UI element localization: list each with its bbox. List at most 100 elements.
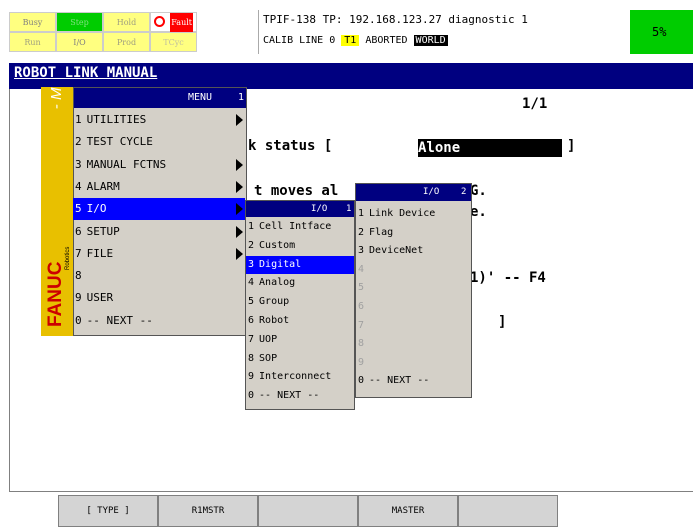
main-menu-item-label: UTILITIES: [86, 113, 147, 126]
main-menu-item-empty-8[interactable]: 8: [73, 265, 245, 287]
main-menu-item-file[interactable]: 7 FILE: [73, 243, 245, 265]
io2-menu-item-empty-4: 4: [356, 261, 471, 279]
link-status-close: ]: [567, 138, 576, 154]
tcyc-lamp: TCyc: [150, 32, 197, 52]
fkey-f4[interactable]: MASTER: [358, 495, 458, 527]
io-submenu-header: I/O 1: [246, 201, 354, 217]
io-menu-item-interconnect[interactable]: 9 Interconnect: [246, 368, 354, 386]
main-menu-item-number: 2: [75, 135, 82, 149]
menus-side-strip: - Menus - FANUC Robotics: [41, 87, 73, 336]
io2-menu-item-number: 9: [358, 356, 365, 368]
screen-title: ROBOT LINK MANUAL: [14, 65, 158, 81]
main-menu-item-label: [82, 269, 87, 282]
screen-border: [9, 89, 10, 491]
io-menu-item-group[interactable]: 5 Group: [246, 293, 354, 311]
main-menu-item-manual-fctns[interactable]: 3 MANUAL FCTNS: [73, 154, 245, 176]
main-menu-item-setup[interactable]: 6 SETUP: [73, 221, 245, 243]
main-menu-header: MENU 1: [74, 88, 246, 108]
io-menu-item-label: Cell Intface: [259, 221, 332, 232]
main-menu-item-number: 0: [75, 313, 82, 327]
main-menu-item-label: TEST CYCLE: [86, 135, 153, 149]
io-menu-item-number: 8: [248, 352, 255, 364]
io-menu-item-label: SOP: [259, 352, 278, 364]
main-menu-title: MENU: [188, 92, 213, 103]
io2-menu-item-empty-7: 7: [356, 317, 471, 335]
main-menu-item-label: I/O: [86, 202, 107, 216]
io2-menu-item-label: Flag: [369, 226, 394, 238]
io2-menu-item-label: [364, 282, 369, 293]
main-menu-item-alarm[interactable]: 4 ALARM: [73, 176, 245, 198]
io2-menu-item-number: 4: [358, 263, 365, 275]
calib-line-text: CALIB LINE 0: [263, 35, 336, 46]
io2-menu-item-link-device[interactable]: 1 Link Device: [356, 205, 471, 223]
io-menu-item-sop[interactable]: 8 SOP: [246, 350, 354, 368]
main-menu-item-label: -- NEXT --: [86, 313, 153, 327]
io-menu-item-cell-intface[interactable]: 1 Cell Intface: [246, 218, 354, 236]
io-menu-item-label: Group: [259, 296, 290, 308]
main-menu-item-i-o[interactable]: 5 I/O: [73, 198, 245, 221]
fkey-f5[interactable]: [458, 495, 558, 527]
main-menu-item-utilities[interactable]: 1 UTILITIES: [73, 109, 245, 131]
io2-menu-item-label: [364, 320, 369, 331]
io-menu-item-robot[interactable]: 6 Robot: [246, 312, 354, 330]
fault-label: Fault: [170, 13, 193, 33]
io-page2-title: I/O: [423, 187, 440, 197]
io-menu-item-number: 1: [248, 221, 255, 232]
io-menu-item-number: 7: [248, 333, 255, 345]
io2-menu-item-number: 5: [358, 282, 365, 294]
hold-lamp: Hold: [103, 12, 150, 32]
io-menu-item-label: Analog: [259, 277, 296, 289]
prod-lamp: Prod: [103, 32, 150, 52]
screen-border-bottom: [9, 491, 693, 492]
io-menu-item-uop[interactable]: 7 UOP: [246, 331, 354, 349]
io-lamp: I/O: [56, 32, 103, 52]
io2-menu-item-next[interactable]: 0 -- NEXT --: [356, 372, 471, 390]
submenu-arrow-icon: [236, 181, 243, 194]
main-menu-item-next[interactable]: 0 -- NEXT --: [73, 310, 245, 332]
io2-menu-item-number: 0: [358, 375, 365, 387]
io-menu-item-label: Interconnect: [259, 371, 332, 383]
io-menu-item-analog[interactable]: 4 Analog: [246, 274, 354, 292]
main-menu-page: 1: [238, 92, 245, 103]
io2-menu-item-devicenet[interactable]: 3 DeviceNet: [356, 242, 471, 260]
io2-menu-item-label: -- NEXT --: [369, 375, 430, 387]
io2-menu-item-flag[interactable]: 2 Flag: [356, 224, 471, 242]
description-line-1-tail: G.: [470, 183, 487, 199]
main-menu-item-number: 5: [75, 202, 82, 216]
io-menu-item-number: 3: [248, 258, 255, 270]
fkey-f2[interactable]: R1MSTR: [158, 495, 258, 527]
io-menu-item-custom[interactable]: 2 Custom: [246, 237, 354, 255]
io2-menu-item-empty-6: 6: [356, 298, 471, 316]
main-menu-item-number: 8: [75, 269, 82, 283]
io-menu-item-number: 6: [248, 315, 255, 326]
io2-menu-item-number: 3: [358, 245, 365, 257]
submenu-arrow-icon: [236, 225, 243, 238]
description-line-3: 1)' -- F4: [470, 270, 546, 286]
io2-menu-item-number: 2: [358, 226, 365, 238]
io2-menu-item-number: 8: [358, 338, 365, 350]
main-menu-item-user[interactable]: 9 USER: [73, 287, 245, 309]
io-menu-item-label: Custom: [259, 239, 296, 251]
main-menu-item-number: 7: [75, 246, 82, 260]
fkey-f3[interactable]: [258, 495, 358, 527]
io-menu-item-digital[interactable]: 3 Digital: [246, 255, 354, 274]
description-line-2-tail: e.: [470, 204, 487, 220]
link-status-value: Alone: [418, 139, 562, 157]
submenu-arrow-icon: [236, 114, 243, 127]
io-menu-item-next[interactable]: 0 -- NEXT --: [246, 387, 354, 405]
fkey-f1[interactable]: [ TYPE ]: [58, 495, 158, 527]
io2-menu-item-label: [364, 301, 369, 312]
io-menu-item-number: 0: [248, 390, 255, 402]
t1-mode-badge: T1: [341, 35, 360, 46]
main-menu-item-number: 4: [75, 179, 82, 193]
main-menu-item-label: USER: [86, 291, 114, 305]
override-value: 5%: [652, 25, 667, 39]
main-menu-item-test-cycle[interactable]: 2 TEST CYCLE: [73, 131, 245, 153]
fanuc-logo-sub: Robotics: [65, 246, 71, 270]
io-menu-item-label: -- NEXT --: [259, 390, 320, 402]
main-menu-item-label: SETUP: [86, 224, 120, 238]
link-status-label: k status [: [248, 138, 333, 154]
title-bar: ROBOT LINK MANUAL: [9, 63, 693, 89]
main-menu-item-label: ALARM: [86, 179, 120, 193]
submenu-arrow-icon: [236, 203, 243, 216]
